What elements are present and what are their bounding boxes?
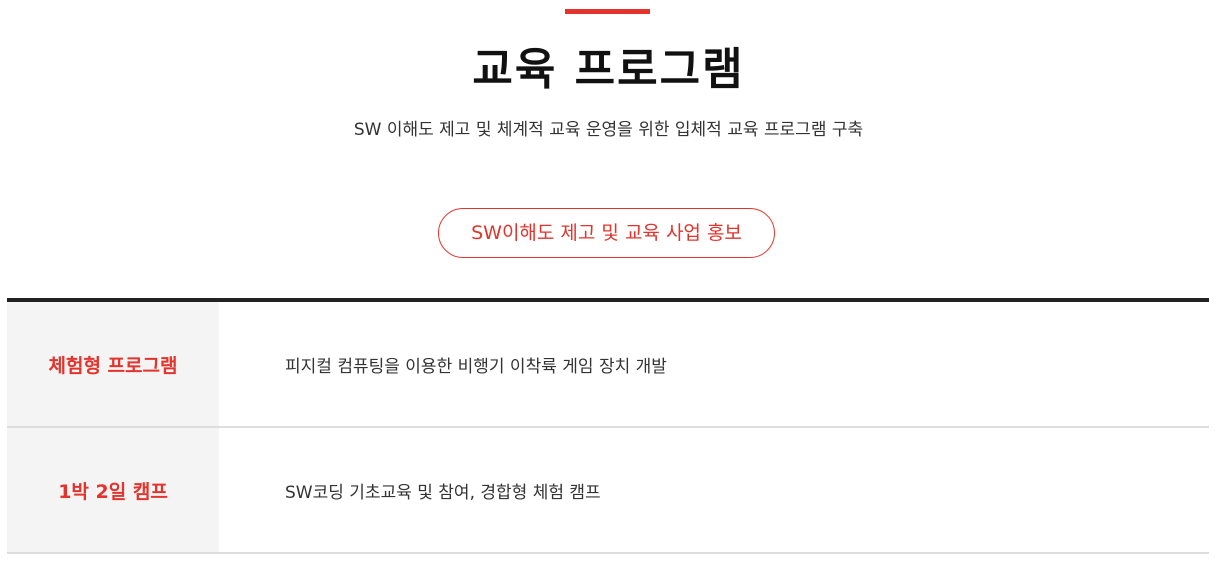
program-table: 체험형 프로그램 피지컬 컴퓨팅을 이용한 비행기 이착륙 게임 장치 개발 1… (7, 298, 1209, 554)
program-description: 피지컬 컴퓨팅을 이용한 비행기 이착륙 게임 장치 개발 (285, 356, 667, 377)
category-button[interactable]: SW이해도 제고 및 교육 사업 홍보 (438, 208, 775, 258)
page: 교육 프로그램 SW 이해도 제고 및 체계적 교육 운영을 위한 입체적 교육… (0, 0, 1217, 574)
program-name: 체험형 프로그램 (7, 302, 219, 426)
program-name: 1박 2일 캠프 (7, 428, 219, 552)
table-row: 1박 2일 캠프 SW코딩 기초교육 및 참여, 경합형 체험 캠프 (7, 428, 1209, 554)
title-accent-bar (565, 9, 650, 14)
program-description: SW코딩 기초교육 및 참여, 경합형 체험 캠프 (285, 482, 601, 503)
page-title: 교육 프로그램 (472, 44, 745, 95)
page-subtitle: SW 이해도 제고 및 체계적 교육 운영을 위한 입체적 교육 프로그램 구축 (353, 120, 864, 140)
table-row: 체험형 프로그램 피지컬 컴퓨팅을 이용한 비행기 이착륙 게임 장치 개발 (7, 302, 1209, 428)
